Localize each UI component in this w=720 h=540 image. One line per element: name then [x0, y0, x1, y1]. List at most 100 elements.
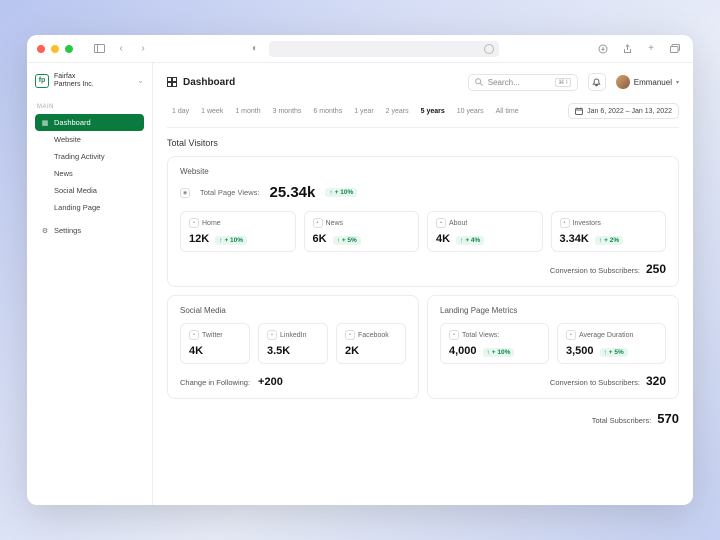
- stat-value: 2K: [345, 345, 359, 357]
- sidebar-item-trading-activity[interactable]: Trading Activity: [35, 148, 144, 165]
- delta-badge: ↑+ 2%: [595, 236, 623, 245]
- app-window: ‹ › ◐ + fp FairfaxPartners Inc.: [27, 35, 693, 505]
- date-range-picker[interactable]: Jan 6, 2022 – Jan 13, 2022: [568, 103, 679, 119]
- stat-value: 4,000: [449, 345, 477, 357]
- dashboard-icon: [167, 77, 177, 87]
- chevron-down-icon: ▾: [676, 79, 679, 86]
- sidebar-toggle-icon[interactable]: [91, 41, 107, 57]
- card-title: Social Media: [180, 306, 406, 315]
- new-tab-icon[interactable]: +: [643, 41, 659, 57]
- change-following: Change in Following: +200: [180, 376, 406, 388]
- window-minimize-dot[interactable]: [51, 45, 59, 53]
- stat-linkedin: •LinkedIn3.5K: [258, 323, 328, 364]
- stat-value: 12K: [189, 233, 209, 245]
- download-icon[interactable]: [595, 41, 611, 57]
- date-range-text: Jan 6, 2022 – Jan 13, 2022: [587, 108, 672, 115]
- total-page-views: ◉ Total Page Views: 25.34k ↑+ 10%: [180, 184, 666, 201]
- delta-badge: ↑+ 4%: [456, 236, 484, 245]
- sidebar-item-label: Trading Activity: [54, 152, 105, 161]
- nav-back-icon[interactable]: ‹: [113, 41, 129, 57]
- stat-name: About: [449, 220, 467, 227]
- address-bar[interactable]: [269, 41, 499, 57]
- time-range-3months[interactable]: 3 months: [268, 106, 307, 117]
- time-range-1day[interactable]: 1 day: [167, 106, 194, 117]
- card-title: Website: [180, 167, 666, 176]
- time-range-10years[interactable]: 10 years: [452, 106, 489, 117]
- time-range-1year[interactable]: 1 year: [349, 106, 378, 117]
- sidebar-item-label: Landing Page: [54, 203, 100, 212]
- stat-icon: •: [566, 330, 576, 340]
- stat-value: 4K: [436, 233, 450, 245]
- sidebar-item-label: News: [54, 169, 73, 178]
- tabs-icon[interactable]: [667, 41, 683, 57]
- stat-icon: •: [189, 218, 199, 228]
- notifications-button[interactable]: [588, 73, 606, 91]
- time-range-tabs: 1 day1 week1 month3 months6 months1 year…: [167, 97, 679, 128]
- conversion-row: Conversion to Subscribers: 250: [180, 262, 666, 276]
- time-range-5years[interactable]: 5 years: [416, 106, 450, 117]
- delta-badge: ↑+ 5%: [600, 348, 628, 357]
- user-menu[interactable]: Emmanuel ▾: [616, 75, 679, 89]
- stat-name: Investors: [573, 220, 601, 227]
- brand[interactable]: fp FairfaxPartners Inc. ⌄: [35, 73, 144, 88]
- time-range-6months[interactable]: 6 months: [308, 106, 347, 117]
- window-close-dot[interactable]: [37, 45, 45, 53]
- stat-investors: •Investors3.34K↑+ 2%: [551, 211, 667, 252]
- bell-icon: [592, 78, 601, 87]
- user-name: Emmanuel: [634, 78, 672, 87]
- stat-icon: •: [449, 330, 459, 340]
- landing-stats: •Total Views:4,000↑+ 10%•Average Duratio…: [440, 323, 666, 364]
- sidebar-item-label: Social Media: [54, 186, 97, 195]
- time-range-1week[interactable]: 1 week: [196, 106, 228, 117]
- stat-name: News: [326, 220, 344, 227]
- header-row: Dashboard Search... ⌘ I Emmanuel ▾: [167, 73, 679, 91]
- sidebar-section-label: MAIN: [37, 104, 142, 110]
- metric-label: Total Page Views:: [200, 188, 259, 197]
- nav-forward-icon[interactable]: ›: [135, 41, 151, 57]
- shield-icon: ◐: [247, 41, 263, 57]
- brand-chevron-icon: ⌄: [137, 76, 144, 85]
- page-title: Dashboard: [167, 77, 235, 88]
- stat-twitter: •Twitter 4K: [180, 323, 250, 364]
- stat-name: Facebook: [358, 332, 389, 339]
- social-stats: •Twitter 4K•LinkedIn3.5K • Facebook 2K: [180, 323, 406, 364]
- sidebar-item-settings[interactable]: ⚙ Settings: [35, 222, 144, 239]
- share-icon[interactable]: [619, 41, 635, 57]
- search-shortcut: ⌘ I: [555, 78, 570, 87]
- delta-badge: ↑+ 10%: [483, 348, 515, 357]
- gear-icon: ⚙: [41, 227, 49, 235]
- stat-about: •About4K↑+ 4%: [427, 211, 543, 252]
- brand-logo: fp: [35, 74, 49, 88]
- views-icon: ◉: [180, 188, 190, 198]
- sidebar-item-dashboard[interactable]: ▦Dashboard: [35, 114, 144, 131]
- section-title: Total Visitors: [167, 138, 679, 148]
- titlebar: ‹ › ◐ +: [27, 35, 693, 63]
- total-subscribers: Total Subscribers: 570: [167, 411, 679, 426]
- content-area: Dashboard Search... ⌘ I Emmanuel ▾: [153, 63, 693, 505]
- nav-icon: ▦: [41, 119, 49, 127]
- sidebar-item-website[interactable]: Website: [35, 131, 144, 148]
- time-range-Alltime[interactable]: All time: [491, 106, 524, 117]
- time-range-1month[interactable]: 1 month: [230, 106, 265, 117]
- sidebar: fp FairfaxPartners Inc. ⌄ MAIN ▦Dashboar…: [27, 63, 153, 505]
- search-input[interactable]: Search... ⌘ I: [468, 74, 578, 91]
- sidebar-item-label: Website: [54, 135, 81, 144]
- sidebar-item-landing-page[interactable]: Landing Page: [35, 199, 144, 216]
- calendar-icon: [575, 107, 583, 115]
- time-range-2years[interactable]: 2 years: [381, 106, 414, 117]
- delta-badge: ↑+ 5%: [333, 236, 361, 245]
- stat-news: •News6K↑+ 5%: [304, 211, 420, 252]
- stat-icon: •: [560, 218, 570, 228]
- stat-name: Total Views:: [462, 332, 499, 339]
- sidebar-item-social-media[interactable]: Social Media: [35, 182, 144, 199]
- stat-name: Twitter: [202, 332, 223, 339]
- stat-home: •Home12K↑+ 10%: [180, 211, 296, 252]
- delta-badge: ↑+ 10%: [325, 188, 357, 197]
- brand-name: FairfaxPartners Inc.: [54, 73, 94, 88]
- stat-icon: •: [189, 330, 199, 340]
- window-zoom-dot[interactable]: [65, 45, 73, 53]
- sidebar-item-news[interactable]: News: [35, 165, 144, 182]
- stat-value: 4K: [189, 345, 203, 357]
- sidebar-item-label: Settings: [54, 226, 81, 235]
- website-card: Website ◉ Total Page Views: 25.34k ↑+ 10…: [167, 156, 679, 287]
